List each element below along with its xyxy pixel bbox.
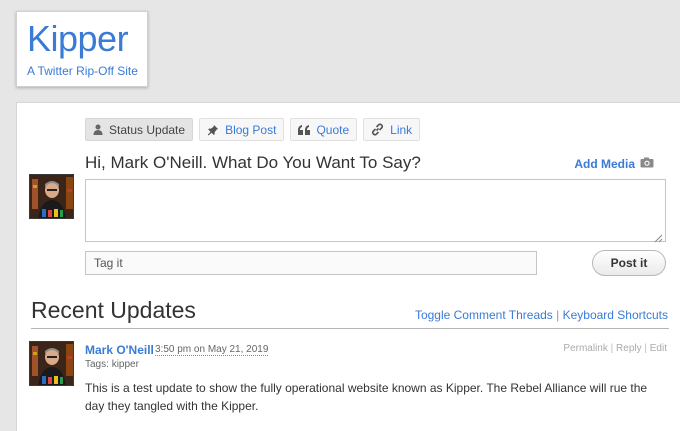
tab-label: Link xyxy=(390,122,413,137)
tab-blog-post[interactable]: Blog Post xyxy=(199,118,285,141)
toggle-comment-threads-link[interactable]: Toggle Comment Threads xyxy=(415,308,553,322)
tab-label: Quote xyxy=(316,122,350,137)
add-media-button[interactable]: Add Media xyxy=(574,157,654,171)
site-tagline: A Twitter Rip-Off Site xyxy=(27,64,138,78)
update-author-link[interactable]: Mark O'Neill xyxy=(85,343,154,357)
tag-input[interactable] xyxy=(85,251,537,275)
person-icon xyxy=(93,124,103,135)
tab-link[interactable]: Link xyxy=(363,118,421,141)
site-header: Kipper A Twitter Rip-Off Site xyxy=(16,11,148,87)
tab-label: Status Update xyxy=(109,122,186,137)
action-separator: | xyxy=(641,343,650,354)
update-timestamp[interactable]: 3:50 pm on May 21, 2019 xyxy=(155,344,269,356)
tags-label: Tags: xyxy=(85,359,109,370)
section-divider xyxy=(31,328,669,329)
tab-quote[interactable]: Quote xyxy=(290,118,358,141)
avatar xyxy=(29,174,74,219)
post-it-button[interactable]: Post it xyxy=(592,250,666,276)
keyboard-shortcuts-link[interactable]: Keyboard Shortcuts xyxy=(563,308,668,322)
pin-icon xyxy=(207,124,219,136)
update-text: This is a test update to show the fully … xyxy=(85,381,648,413)
permalink-link[interactable]: Permalink xyxy=(563,343,607,354)
recent-updates-title: Recent Updates xyxy=(31,297,196,323)
camera-icon xyxy=(640,157,654,171)
update-actions: Permalink | Reply | Edit xyxy=(563,343,667,354)
message-input[interactable] xyxy=(85,179,666,242)
tab-label: Blog Post xyxy=(225,122,277,137)
link-icon xyxy=(371,123,384,136)
reply-link[interactable]: Reply xyxy=(616,343,642,354)
edit-link[interactable]: Edit xyxy=(650,343,667,354)
update-tags: Tags: kipper xyxy=(85,359,139,370)
update-avatar[interactable] xyxy=(29,341,74,386)
add-media-label: Add Media xyxy=(574,157,635,171)
resize-grip-icon[interactable] xyxy=(654,230,663,248)
tab-status-update[interactable]: Status Update xyxy=(85,118,194,141)
compose-prompt: Hi, Mark O'Neill. What Do You Want To Sa… xyxy=(85,153,421,172)
action-separator: | xyxy=(607,343,617,354)
site-title[interactable]: Kipper xyxy=(27,20,147,58)
post-type-tabs: Status Update Blog Post Quote Link xyxy=(85,118,421,141)
link-separator: | xyxy=(552,308,563,322)
quote-icon xyxy=(298,124,311,135)
main-panel: Status Update Blog Post Quote Link Hi, M… xyxy=(16,102,680,431)
tag-link[interactable]: kipper xyxy=(112,359,139,370)
section-links: Toggle Comment Threads | Keyboard Shortc… xyxy=(415,308,668,322)
